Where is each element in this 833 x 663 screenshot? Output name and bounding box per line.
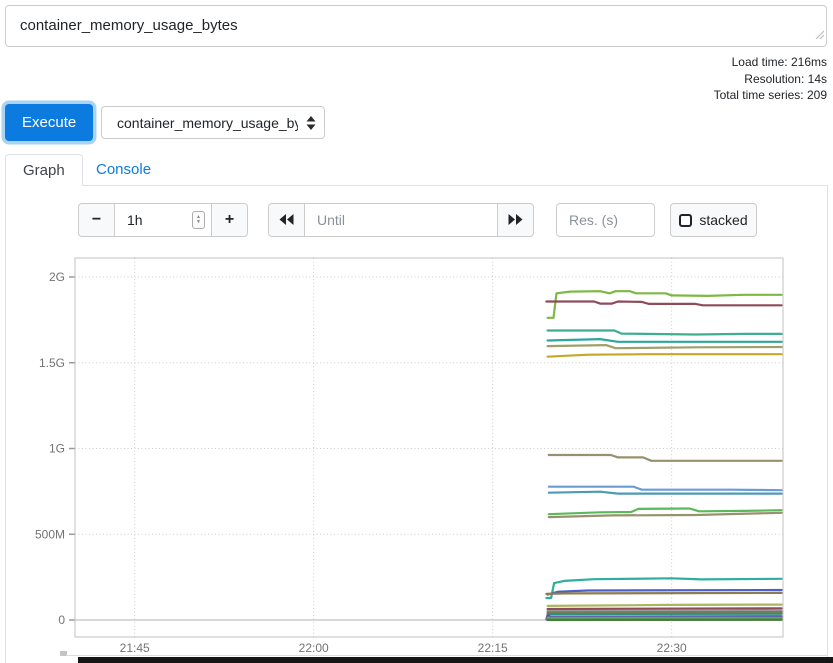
stacked-toggle-button[interactable]: stacked — [670, 203, 757, 237]
legend-swatch-bar[interactable] — [78, 657, 833, 663]
y-axis-label: 1G — [49, 442, 65, 456]
series-line — [548, 608, 782, 609]
series-line — [546, 578, 781, 598]
x-axis-label: 22:00 — [299, 641, 329, 655]
series-line — [549, 487, 782, 491]
tab-graph[interactable]: Graph — [5, 154, 83, 186]
x-axis-label: 21:45 — [120, 641, 150, 655]
select-updown-icon — [306, 116, 316, 133]
textarea-resize-handle-icon[interactable] — [814, 26, 824, 44]
prometheus-expression-browser: container_memory_usage_bytes Load time: … — [0, 0, 833, 663]
series-line — [548, 345, 782, 348]
graph-container-border — [66, 655, 828, 656]
metric-select-value: container_memory_usage_bytes — [117, 115, 298, 131]
until-input[interactable] — [304, 203, 498, 237]
time-back-button[interactable] — [268, 203, 305, 237]
range-stepper-icon[interactable]: ▲▼ — [192, 211, 205, 229]
total-time-series: Total time series: 209 — [714, 87, 827, 104]
series-line — [549, 455, 782, 461]
resolution: Resolution: 14s — [714, 71, 827, 88]
series-line — [548, 605, 782, 606]
y-axis-label: 500M — [35, 527, 65, 541]
stacked-checkbox[interactable] — [679, 214, 692, 227]
stacked-label: stacked — [699, 212, 747, 228]
plot-border — [75, 258, 783, 637]
tab-console[interactable]: Console — [80, 154, 167, 186]
metric-select[interactable]: container_memory_usage_bytes — [101, 106, 325, 139]
graph-plot[interactable]: 0 500M 1G 1.5G 2G 21:45 22:00 22:15 22:30 — [0, 248, 833, 663]
execute-button[interactable]: Execute — [5, 104, 93, 141]
series-line — [548, 611, 782, 612]
resolution-input[interactable] — [556, 203, 655, 237]
double-left-arrow-icon — [279, 212, 294, 228]
series-line — [546, 593, 781, 594]
x-axis-label: 22:15 — [478, 641, 508, 655]
y-axis-label: 2G — [49, 270, 65, 284]
series-line — [548, 331, 782, 335]
y-axis-label: 1.5G — [39, 356, 65, 370]
time-forward-button[interactable] — [497, 203, 534, 237]
double-right-arrow-icon — [508, 212, 523, 228]
query-stats: Load time: 216ms Resolution: 14s Total t… — [714, 54, 827, 104]
range-increase-button[interactable]: + — [211, 203, 248, 237]
series-line — [546, 302, 781, 306]
query-input-wrap: container_memory_usage_bytes — [5, 5, 827, 47]
y-axis-label: 0 — [58, 613, 65, 627]
load-time: Load time: 216ms — [714, 54, 827, 71]
series-line — [549, 492, 782, 494]
series-line — [548, 354, 782, 357]
series-line — [548, 339, 782, 342]
range-decrease-button[interactable]: − — [78, 203, 115, 237]
x-axis-label: 22:30 — [657, 641, 687, 655]
query-input[interactable]: container_memory_usage_bytes — [5, 5, 827, 47]
